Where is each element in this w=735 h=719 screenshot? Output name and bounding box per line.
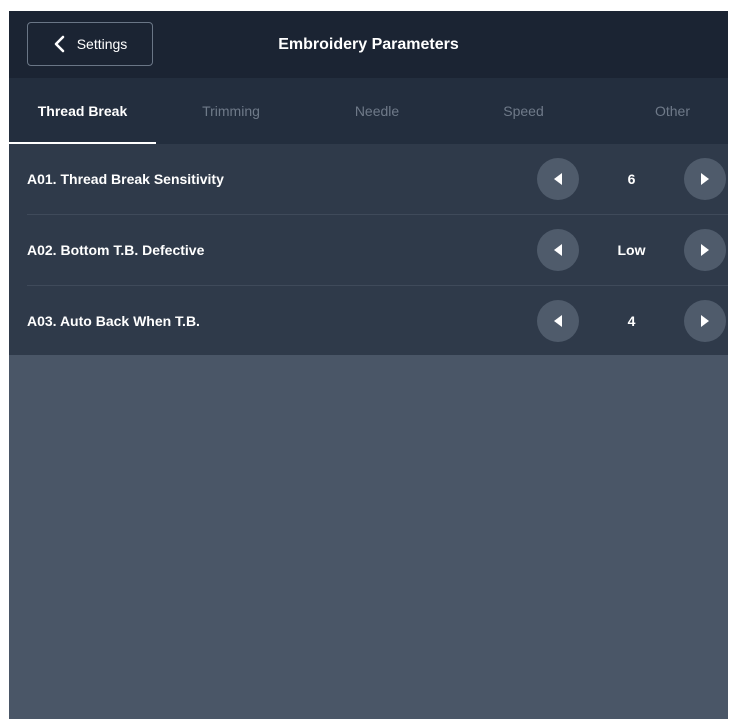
tab-thread-break[interactable]: Thread Break xyxy=(9,78,156,144)
triangle-right-icon xyxy=(701,244,709,256)
tab-other[interactable]: Other xyxy=(599,78,735,144)
decrement-button[interactable] xyxy=(537,158,579,200)
parameter-row: A03. Auto Back When T.B. 4 xyxy=(9,286,728,356)
decrement-button[interactable] xyxy=(537,229,579,271)
back-button[interactable]: Settings xyxy=(27,22,153,66)
triangle-left-icon xyxy=(554,315,562,327)
tab-bar: Thread Break Trimming Needle Speed Other xyxy=(9,78,728,144)
tab-trimming[interactable]: Trimming xyxy=(156,78,306,144)
parameter-row: A01. Thread Break Sensitivity 6 xyxy=(9,144,728,214)
parameter-list: A01. Thread Break Sensitivity 6 A02. Bot… xyxy=(9,144,728,355)
parameter-row: A02. Bottom T.B. Defective Low xyxy=(9,215,728,285)
decrement-button[interactable] xyxy=(537,300,579,342)
header-bar: Settings Embroidery Parameters xyxy=(9,11,728,78)
embroidery-parameters-screen: Settings Embroidery Parameters Thread Br… xyxy=(9,11,728,719)
back-button-label: Settings xyxy=(76,36,128,52)
increment-button[interactable] xyxy=(684,300,726,342)
tab-needle[interactable]: Needle xyxy=(306,78,448,144)
chevron-left-icon xyxy=(53,35,67,53)
parameter-value: 4 xyxy=(627,313,636,329)
triangle-left-icon xyxy=(554,173,562,185)
increment-button[interactable] xyxy=(684,229,726,271)
parameter-label: A02. Bottom T.B. Defective xyxy=(27,242,205,258)
triangle-right-icon xyxy=(701,315,709,327)
triangle-left-icon xyxy=(554,244,562,256)
parameter-label: A03. Auto Back When T.B. xyxy=(27,313,200,329)
triangle-right-icon xyxy=(701,173,709,185)
increment-button[interactable] xyxy=(684,158,726,200)
parameter-label: A01. Thread Break Sensitivity xyxy=(27,171,224,187)
parameter-value: 6 xyxy=(627,171,636,187)
tab-speed[interactable]: Speed xyxy=(448,78,599,144)
parameter-value: Low xyxy=(617,242,646,258)
